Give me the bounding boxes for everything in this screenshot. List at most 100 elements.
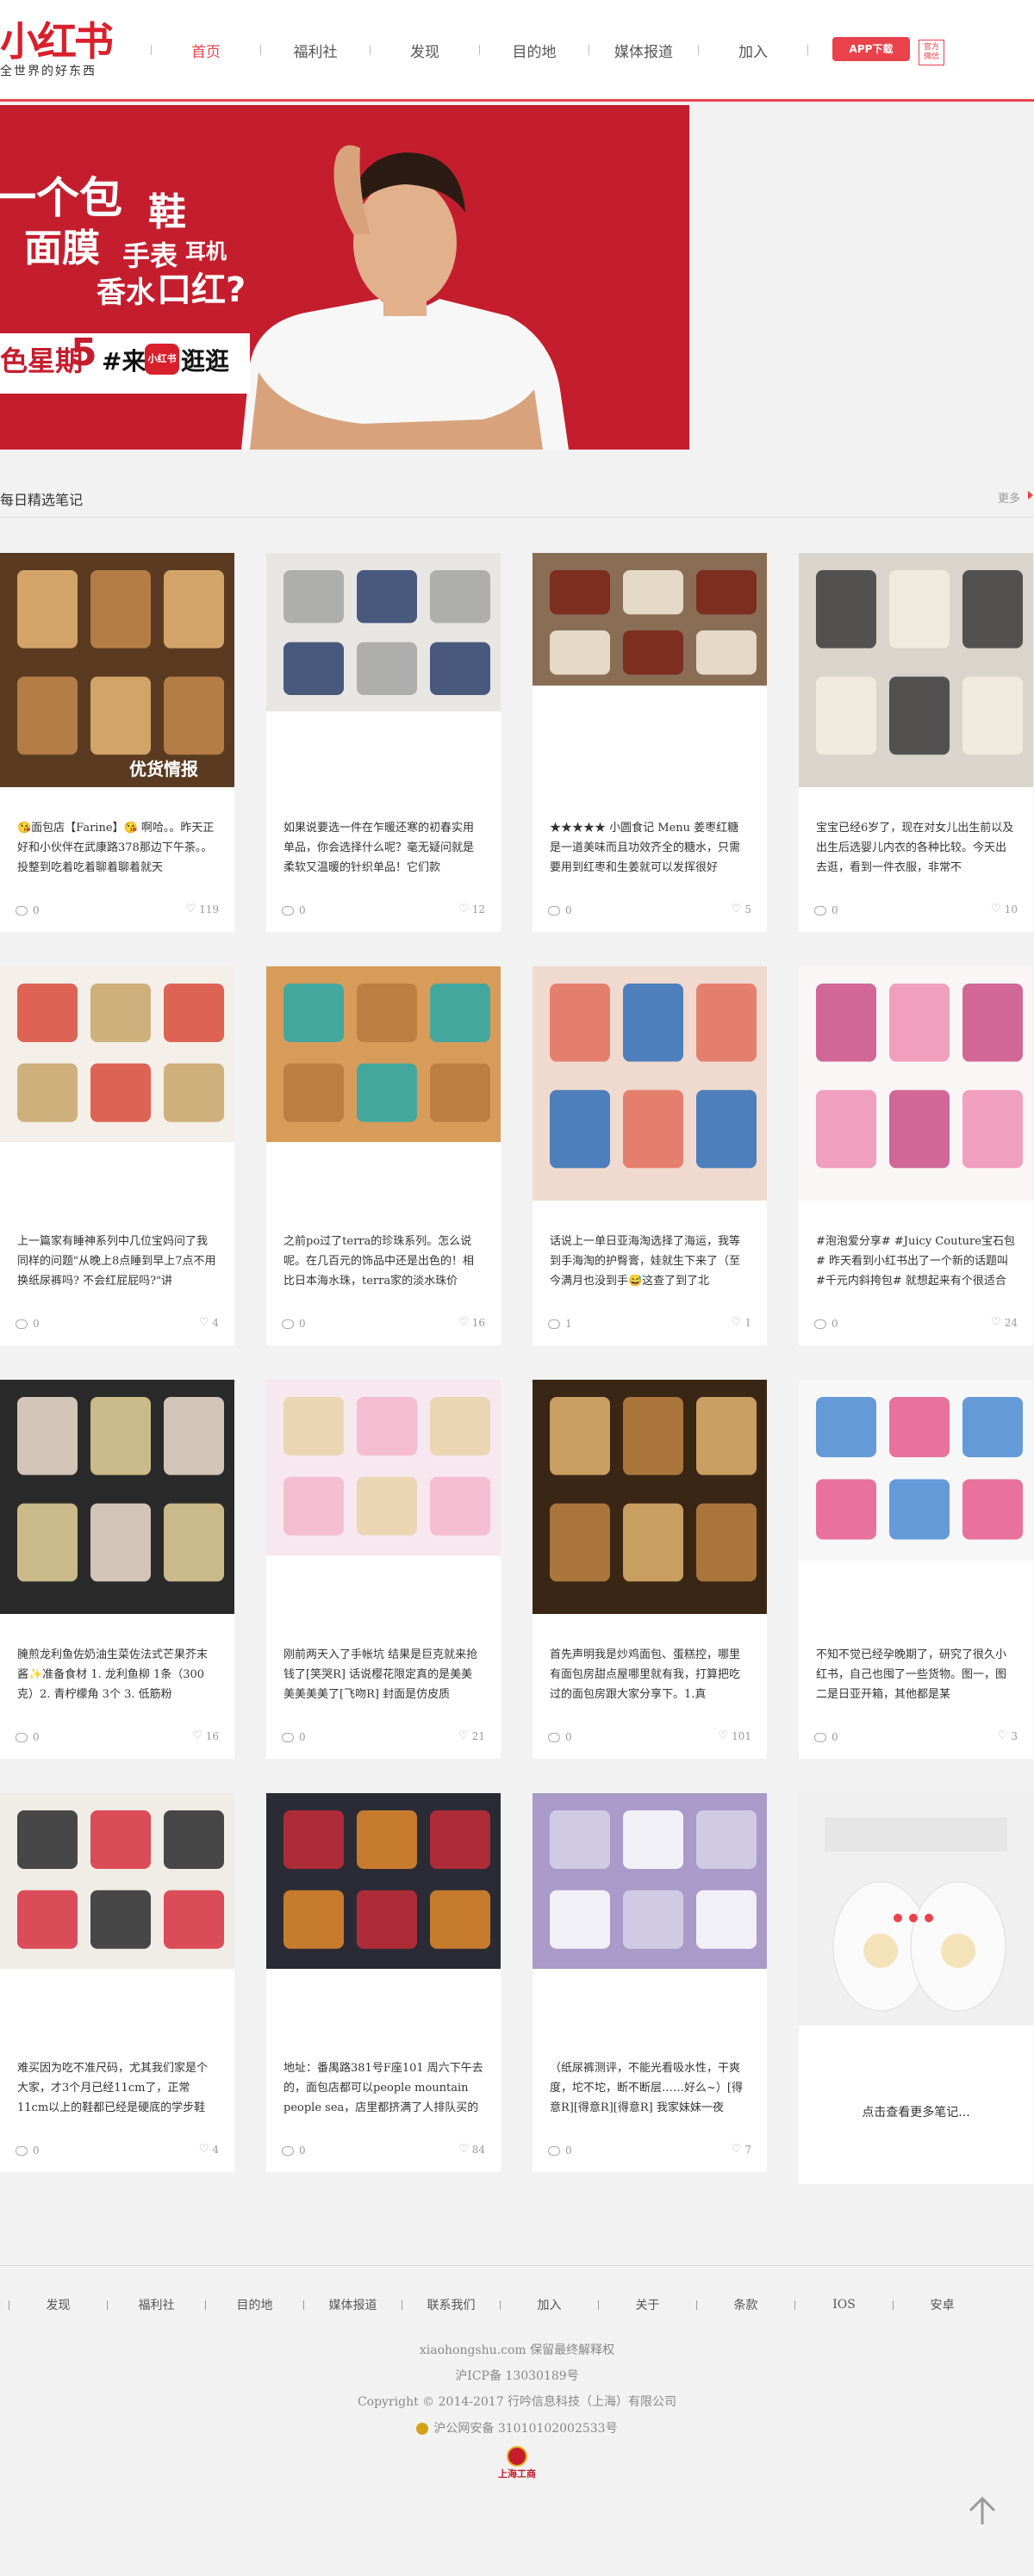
more-notes-card[interactable]: 点击查看更多笔记... [799, 1791, 1033, 2184]
note-card[interactable]: 话说上一单日亚海淘选择了海运，我等到手海淘的护臀膏，娃就生下来了（至今满月也没到… [533, 966, 767, 1345]
like-count-value: 5 [744, 903, 751, 916]
like-count[interactable]: ♡ 4 [199, 2143, 219, 2156]
like-count[interactable]: ♡ 24 [991, 1316, 1018, 1329]
footer-nav-item[interactable]: 加入 [501, 2296, 598, 2313]
like-count[interactable]: ♡ 21 [458, 1729, 485, 1742]
footer-nav-item[interactable]: 安卓 [894, 2296, 991, 2313]
like-count[interactable]: ♡ 84 [458, 2143, 485, 2156]
comment-count[interactable]: 0 [16, 1731, 40, 1743]
comment-count-value: 0 [33, 1731, 40, 1743]
main-nav: 首页 福利社 发现 目的地 媒体报道 加入 [151, 34, 808, 65]
note-card[interactable]: 地址：番禺路381号F座101 周六下午去的，面包店都可以people moun… [266, 1793, 501, 2172]
comment-count[interactable]: 0 [16, 1318, 40, 1330]
wechat-qr-button[interactable]: 官方 微信 [919, 40, 944, 65]
comment-count[interactable]: 0 [814, 904, 838, 916]
like-count-value: 24 [1004, 1316, 1018, 1329]
more-notes-link[interactable]: 点击查看更多笔记... [799, 2103, 1033, 2120]
comment-count[interactable]: 0 [548, 2145, 572, 2157]
like-count-value: 101 [732, 1729, 751, 1742]
nav-item-home[interactable]: 首页 [152, 40, 260, 61]
note-card[interactable]: 难买因为吃不准尺码，尤其我们家是个大家，才3个月已经11cm了，正常11cm以上… [0, 1793, 234, 2172]
comment-count[interactable]: 1 [548, 1318, 572, 1330]
footer-nav-item[interactable]: 关于 [599, 2296, 696, 2313]
app-download-button[interactable]: APP下载 [832, 37, 910, 61]
comment-icon [814, 1319, 826, 1329]
note-card[interactable]: 优货情报 😘面包店【Farine】😘 啊哈。。昨天正好和小伙伴在武康路378那边下… [0, 553, 234, 932]
business-emblem[interactable]: 上海工商 [498, 2446, 536, 2480]
comment-count[interactable]: 0 [16, 904, 40, 916]
comment-count[interactable]: 0 [16, 2145, 40, 2157]
banner-text: 面膜 [24, 227, 100, 270]
heart-icon: ♡ [991, 1316, 1001, 1329]
like-count-value: 84 [471, 2143, 485, 2156]
note-card[interactable]: 之前po过了terra的珍珠系列。怎么说呢。在几百元的饰品中还是出色的！相比日本… [266, 966, 501, 1345]
note-card[interactable]: 刚前两天入了手帐坑 结果是巨克就来抢钱了[笑哭R] 话说樱花限定真的是美美美美美… [266, 1380, 501, 1759]
like-count[interactable]: ♡ 4 [199, 1316, 219, 1329]
loading-dots [894, 1914, 933, 1922]
footer-nav-item[interactable]: 媒体报道 [304, 2296, 402, 2313]
comment-count[interactable]: 0 [814, 1731, 838, 1743]
like-count-value: 16 [471, 1316, 485, 1329]
nav-item-welfare[interactable]: 福利社 [261, 40, 370, 61]
like-count-value: 10 [1004, 903, 1018, 916]
comment-count-value: 0 [832, 904, 838, 916]
note-text: 腌煎龙利鱼佐奶油生菜佐法式芒果芥末酱✨准备食材 1. 龙利鱼柳 1条（300克）… [17, 1648, 209, 1701]
note-card[interactable]: （纸尿裤测评，不能光看吸水性，干爽度，坨不坨，断不断层……好么~）[得意R][得… [533, 1793, 767, 2172]
hero-banner[interactable]: 一个包 鞋 面膜 手表 耳机 香水 口红? 色星期 5 #来 小红书 逛逛 [0, 105, 689, 450]
comment-count[interactable]: 0 [814, 1318, 838, 1330]
note-card[interactable]: 首先声明我是炒鸡面包、蛋糕控，哪里有面包房甜点屋哪里就有我，打算把吃过的面包房跟… [533, 1380, 767, 1759]
footer-nav-item[interactable]: 目的地 [206, 2296, 303, 2313]
like-count[interactable]: ♡ 101 [718, 1729, 751, 1742]
like-count[interactable]: ♡ 1 [732, 1316, 751, 1329]
nav-item-destination[interactable]: 目的地 [480, 40, 589, 61]
nav-item-discover[interactable]: 发现 [371, 40, 479, 61]
section-more-link[interactable]: 更多 [998, 489, 1020, 506]
comment-count[interactable]: 0 [282, 1731, 306, 1743]
heart-icon: ♡ [458, 1729, 469, 1742]
note-card[interactable]: 如果说要选一件在乍暖还寒的初春实用单品，你会选择什么呢？毫无疑问就是柔软又温暖的… [266, 553, 501, 932]
note-image [266, 1380, 501, 1555]
like-count[interactable]: ♡ 16 [458, 1316, 485, 1329]
footer-nav-item[interactable]: IOS [795, 2298, 893, 2312]
footer-police[interactable]: 沪公网安备 31010102002533号 [0, 2419, 1034, 2436]
footer-nav: 发现 福利社 目的地 媒体报道 联系我们 加入 关于 条款 IOS 安卓 [9, 2296, 991, 2313]
footer-nav-item[interactable]: 条款 [697, 2296, 794, 2313]
note-card[interactable]: 宝宝已经6岁了，现在对女儿出生前以及出生后选婴儿内衣的各种比较。今天出去逛，看到… [799, 553, 1033, 932]
footer-nav-item[interactable]: 福利社 [108, 2296, 205, 2313]
like-count[interactable]: ♡ 3 [998, 1729, 1018, 1742]
note-card[interactable]: #泡泡爱分享# #Juicy Couture宝石包# 昨天看到小红书出了一个新的… [799, 966, 1033, 1345]
back-to-top-icon[interactable] [965, 2493, 1000, 2528]
heart-icon: ♡ [198, 2143, 209, 2156]
note-card[interactable]: ★★★★★ 小圆食记 Menu 姜枣红糖是一道美味而且功效齐全的糖水，只需要用到… [533, 553, 767, 932]
footer-nav-item[interactable]: 发现 [9, 2296, 107, 2313]
nav-item-join[interactable]: 加入 [699, 40, 807, 61]
note-card[interactable]: 上一篇家有睡神系列中几位宝妈问了我同样的问题"从晚上8点睡到早上7点不用换纸尿裤… [0, 966, 234, 1345]
comment-icon [16, 905, 28, 916]
comment-count[interactable]: 0 [548, 1731, 572, 1743]
heart-icon: ♡ [185, 903, 196, 916]
like-count[interactable]: ♡ 119 [185, 903, 219, 916]
like-count[interactable]: ♡ 16 [192, 1729, 219, 1742]
comment-count[interactable]: 0 [282, 904, 306, 916]
like-count[interactable]: ♡ 5 [732, 903, 751, 916]
comment-count-value: 0 [33, 1318, 40, 1330]
comment-count-value: 1 [565, 1318, 572, 1330]
footer-icp[interactable]: 沪ICP备 13030189号 [0, 2367, 1034, 2384]
like-count[interactable]: ♡ 12 [458, 903, 485, 916]
more-arrow-icon[interactable] [1028, 491, 1033, 500]
heart-icon: ♡ [731, 903, 742, 916]
nav-item-media[interactable]: 媒体报道 [589, 40, 698, 61]
comment-count[interactable]: 0 [548, 904, 572, 916]
like-count-value: 4 [212, 1316, 219, 1329]
footer-nav-item[interactable]: 联系我们 [402, 2296, 500, 2313]
comment-icon [814, 905, 826, 916]
note-card[interactable]: 腌煎龙利鱼佐奶油生菜佐法式芒果芥末酱✨准备食材 1. 龙利鱼柳 1条（300克）… [0, 1380, 234, 1759]
comment-count[interactable]: 0 [282, 1318, 306, 1330]
logo-mark: 小红书 [0, 18, 114, 65]
banner-text: #来 [102, 347, 146, 376]
note-card[interactable]: 不知不觉已经孕晚期了，研究了很久小红书，自己也囤了一些货物。图一，图二是日亚开箱… [799, 1380, 1033, 1759]
comment-count[interactable]: 0 [282, 2145, 306, 2157]
like-count[interactable]: ♡ 10 [991, 903, 1018, 916]
like-count[interactable]: ♡ 7 [732, 2143, 751, 2156]
logo[interactable]: 小红书 全世界的好东西 [0, 18, 114, 79]
